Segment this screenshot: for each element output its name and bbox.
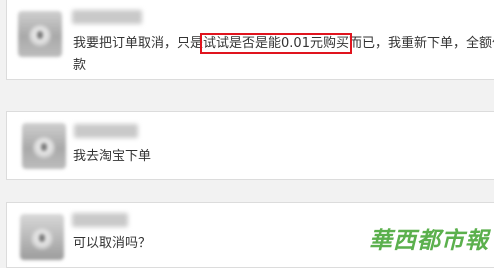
- highlighted-message-text: 试试是否是能0.01元购买: [200, 33, 352, 54]
- avatar[interactable]: [22, 123, 66, 169]
- message-text: 可以取消吗？: [73, 236, 152, 251]
- avatar-face-icon: [31, 228, 53, 250]
- message-text-part: 而已，我重新下单，全额付: [348, 36, 494, 51]
- message-text: 我去淘宝下单: [73, 149, 152, 164]
- message-text-part: 我要把订单取消，只是: [73, 36, 204, 51]
- sender-name-blurred: [74, 124, 138, 138]
- avatar-face-icon: [29, 25, 51, 47]
- message-text-line2: 款: [73, 58, 87, 73]
- avatar[interactable]: [18, 11, 62, 57]
- sender-name-blurred: [72, 10, 142, 24]
- avatar-face-icon: [33, 137, 55, 159]
- sender-name-blurred: [72, 213, 128, 227]
- message-text-line1: 我要把订单取消，只是试试是否是能0.01元购买而已，我重新下单，全额付: [73, 33, 494, 55]
- avatar[interactable]: [20, 214, 64, 260]
- newspaper-watermark-logo: 華西都市報: [369, 227, 489, 254]
